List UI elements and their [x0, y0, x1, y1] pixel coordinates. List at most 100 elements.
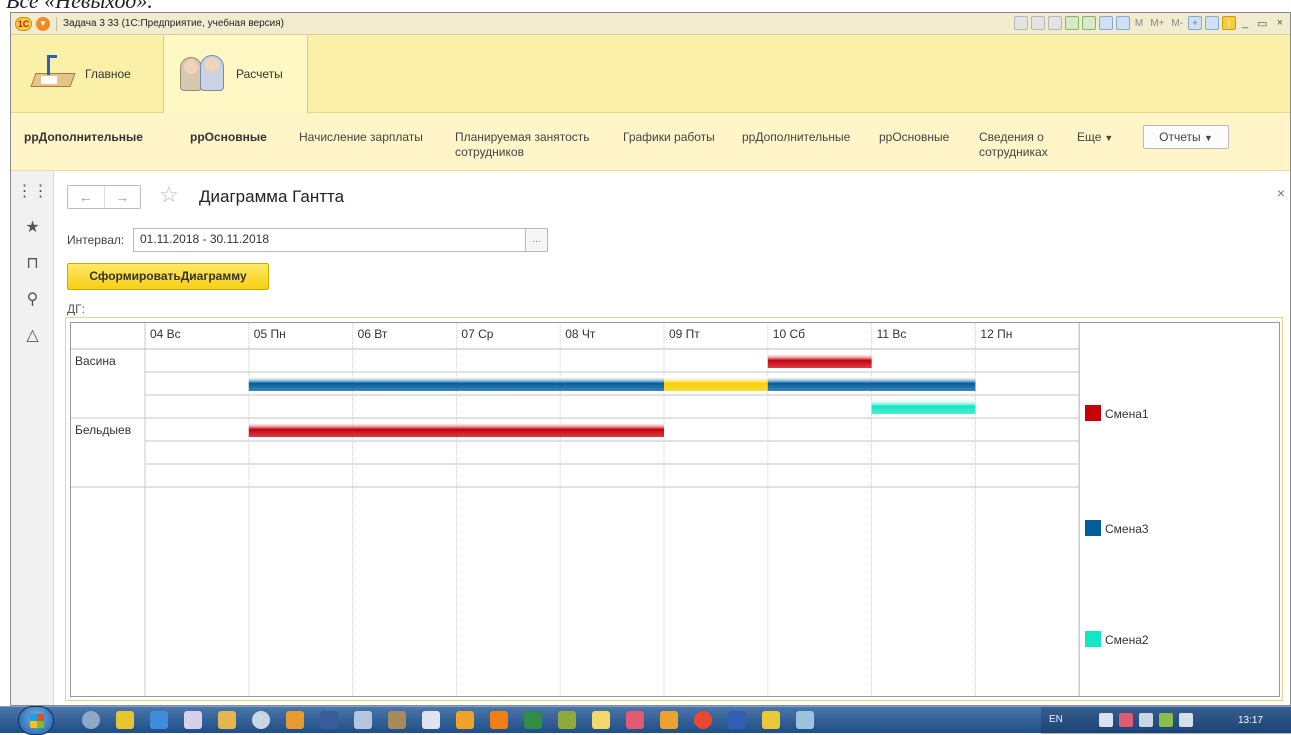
command-link[interactable]: ррДополнительные — [742, 130, 850, 145]
command-link[interactable]: Планируемая занятость сотрудников — [455, 130, 613, 160]
chrome-icon[interactable] — [694, 711, 712, 729]
forward-arrow-icon[interactable]: → — [105, 186, 141, 208]
more-menu[interactable]: Еще ▼ — [1077, 130, 1113, 146]
section-main[interactable]: Главное — [11, 35, 163, 113]
library-icon[interactable] — [388, 711, 406, 729]
browser-icon[interactable] — [82, 711, 100, 729]
command-link[interactable]: Начисление зарплаты — [299, 130, 423, 145]
preview-icon[interactable] — [1047, 16, 1062, 30]
gantt-chart[interactable]: 04 Вс 05 Пн 06 Вт 07 Ср 08 Чт 09 Пт 10 Сб 11 Вс… — [70, 322, 1280, 697]
zoom-icon[interactable]: + — [1188, 16, 1203, 30]
import-icon[interactable] — [1081, 16, 1096, 30]
favorites-star-icon[interactable]: ★ — [11, 217, 54, 237]
network-icon[interactable] — [1159, 713, 1173, 727]
app-icon[interactable] — [286, 711, 304, 729]
app-icon[interactable] — [320, 711, 338, 729]
app-icon[interactable] — [626, 711, 644, 729]
legend-label: Смена2 — [1105, 633, 1149, 647]
app-icon[interactable] — [558, 711, 576, 729]
title-bar: 1C ▼ Задача 3 33 (1С:Предприятие, учебна… — [11, 13, 1290, 35]
favorite-star-icon[interactable]: ☆ — [159, 182, 179, 208]
app-icon[interactable] — [422, 711, 440, 729]
chevron-down-icon: ▼ — [1203, 133, 1213, 143]
app-icon[interactable] — [660, 711, 678, 729]
top-crop-text: Все «Невыход». — [0, 0, 1291, 12]
back-arrow-icon[interactable]: ← — [68, 186, 105, 208]
tray-app-icon[interactable] — [1119, 713, 1133, 727]
section-main-label: Главное — [85, 67, 131, 81]
gantt-bar — [248, 423, 665, 437]
close-window-button[interactable]: × — [1274, 17, 1286, 29]
vlc-icon[interactable] — [490, 711, 508, 729]
day-tick-label: 07 Ср — [461, 327, 493, 341]
employee-label: Бельдыев — [75, 423, 131, 437]
app-icon[interactable] — [218, 711, 236, 729]
tray-icon[interactable] — [1179, 713, 1193, 727]
excel-icon[interactable] — [524, 711, 542, 729]
language-indicator[interactable]: EN — [1049, 714, 1063, 725]
print-icon[interactable] — [1030, 16, 1045, 30]
page-title: Диаграмма Гантта — [199, 187, 345, 206]
info-icon[interactable]: i — [1222, 16, 1237, 30]
left-toolbar: ⋮⋮ ★ ⊓ ⚲ △ — [11, 171, 54, 705]
section-calculations-label: Расчеты — [236, 67, 283, 81]
day-tick-label: 10 Сб — [773, 327, 805, 341]
interval-select-button[interactable]: ... — [526, 228, 548, 252]
day-tick-label: 04 Вс — [150, 327, 181, 341]
media-icon[interactable] — [456, 711, 474, 729]
app-icon[interactable] — [592, 711, 610, 729]
memory-minus-button[interactable]: M- — [1169, 18, 1185, 29]
close-icon[interactable]: × — [1277, 185, 1285, 201]
legend-label: Смена3 — [1105, 522, 1149, 536]
generate-chart-button[interactable]: СформироватьДиаграмму — [67, 263, 269, 290]
taskbar: EN 13:17 — [0, 706, 1291, 735]
memory-plus-button[interactable]: M+ — [1148, 18, 1166, 29]
gantt-frame: 04 Вс 05 Пн 06 Вт 07 Ср 08 Чт 09 Пт 10 Сб 11 Вс… — [65, 317, 1283, 701]
interval-field[interactable]: 01.11.2018 - 30.11.2018 — [133, 228, 526, 252]
command-link[interactable]: ррОсновные — [879, 130, 949, 145]
notifications-bell-icon[interactable]: △ — [11, 325, 54, 345]
word-icon[interactable] — [728, 711, 746, 729]
history-icon[interactable]: ⊓ — [11, 253, 54, 273]
app-icon[interactable] — [116, 711, 134, 729]
command-link[interactable]: Сведения о сотрудниках — [979, 130, 1067, 160]
calendar-icon[interactable] — [1115, 16, 1130, 30]
day-tick-label: 11 Вс — [877, 327, 907, 341]
command-panel: ррДополнительные ррОсновные Начисление з… — [11, 113, 1290, 171]
apps-grid-icon[interactable]: ⋮⋮ — [11, 181, 54, 201]
volume-icon[interactable] — [1139, 713, 1153, 727]
window-icon[interactable] — [1205, 16, 1220, 30]
clock-app-icon[interactable] — [252, 711, 270, 729]
chart-label: ДГ: — [67, 302, 85, 316]
1c-app-icon[interactable] — [762, 711, 780, 729]
main-menu-icon[interactable]: ▼ — [36, 16, 50, 31]
calculator-icon[interactable] — [1098, 16, 1113, 30]
day-tick-label: 08 Чт — [565, 327, 596, 341]
command-link[interactable]: Графики работы — [623, 130, 715, 145]
app-icon[interactable] — [184, 711, 202, 729]
tray-arrow-icon[interactable] — [1099, 713, 1113, 727]
teamviewer-icon[interactable] — [150, 711, 168, 729]
legend-swatch — [1085, 631, 1101, 647]
search-icon[interactable]: ⚲ — [11, 289, 54, 309]
legend-swatch — [1085, 520, 1101, 536]
nav-buttons: ← → — [67, 185, 141, 209]
window-title: Задача 3 33 (1С:Предприятие, учебная вер… — [63, 18, 284, 29]
save-icon[interactable] — [1013, 16, 1028, 30]
reports-label: Отчеты — [1159, 130, 1201, 144]
app-logo-icon[interactable]: 1C — [15, 16, 32, 31]
maximize-button[interactable]: ▭ — [1254, 17, 1270, 30]
command-link[interactable]: ррОсновные — [190, 130, 267, 145]
export-icon[interactable] — [1064, 16, 1079, 30]
gantt-bar — [664, 377, 768, 391]
section-calculations[interactable]: Расчеты — [163, 35, 308, 113]
minimize-button[interactable]: _ — [1239, 17, 1251, 29]
command-link[interactable]: ррДополнительные — [24, 130, 143, 145]
day-tick-label: 09 Пт — [669, 327, 700, 341]
start-button[interactable] — [18, 706, 54, 735]
gantt-bar — [871, 400, 976, 414]
memory-button[interactable]: M — [1133, 18, 1145, 29]
scissors-icon[interactable] — [354, 711, 372, 729]
app-icon[interactable] — [796, 711, 814, 729]
reports-button[interactable]: Отчеты ▼ — [1143, 125, 1229, 149]
